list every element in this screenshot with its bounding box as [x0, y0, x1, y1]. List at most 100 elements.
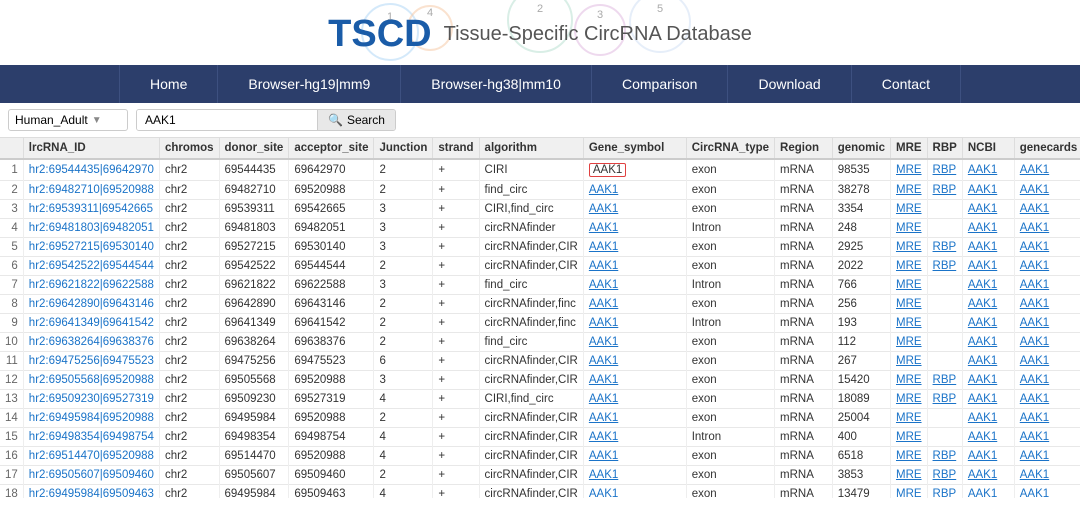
cell-mre[interactable]: MRE — [890, 257, 927, 276]
cell-ncbi[interactable]: AAK1 — [962, 257, 1014, 276]
cell-rbp[interactable]: RBP — [927, 447, 962, 466]
cell-genecards[interactable]: AAK1 — [1014, 276, 1080, 295]
cell-rbp[interactable]: RBP — [927, 371, 962, 390]
cell-circRNA-id[interactable]: hr2:69514470|69520988 — [23, 447, 159, 466]
cell-circRNA-id[interactable]: hr2:69481803|69482051 — [23, 219, 159, 238]
cell-genecards[interactable]: AAK1 — [1014, 428, 1080, 447]
cell-genecards[interactable]: AAK1 — [1014, 257, 1080, 276]
cell-genecards[interactable]: AAK1 — [1014, 159, 1080, 181]
cell-genecards[interactable]: AAK1 — [1014, 352, 1080, 371]
cell-gene-symbol[interactable]: AAK1 — [583, 295, 686, 314]
cell-mre[interactable]: MRE — [890, 352, 927, 371]
cell-genecards[interactable]: AAK1 — [1014, 485, 1080, 499]
cell-rbp[interactable]: RBP — [927, 466, 962, 485]
cell-gene-symbol[interactable]: AAK1 — [583, 314, 686, 333]
cell-genecards[interactable]: AAK1 — [1014, 181, 1080, 200]
nav-contact[interactable]: Contact — [852, 65, 961, 103]
cell-mre[interactable]: MRE — [890, 485, 927, 499]
cell-genecards[interactable]: AAK1 — [1014, 466, 1080, 485]
cell-mre[interactable]: MRE — [890, 333, 927, 352]
cell-mre[interactable]: MRE — [890, 428, 927, 447]
cell-mre[interactable]: MRE — [890, 466, 927, 485]
cell-genecards[interactable]: AAK1 — [1014, 409, 1080, 428]
search-button[interactable]: 🔍 Search — [317, 110, 395, 130]
cell-circRNA-id[interactable]: hr2:69498354|69498754 — [23, 428, 159, 447]
cell-gene-symbol[interactable]: AAK1 — [583, 352, 686, 371]
cell-rbp[interactable]: RBP — [927, 238, 962, 257]
cell-circRNA-id[interactable]: hr2:69539311|69542665 — [23, 200, 159, 219]
cell-ncbi[interactable]: AAK1 — [962, 295, 1014, 314]
cell-circRNA-id[interactable]: hr2:69641349|69641542 — [23, 314, 159, 333]
cell-gene-symbol[interactable]: AAK1 — [583, 485, 686, 499]
cell-mre[interactable]: MRE — [890, 200, 927, 219]
cell-gene-symbol[interactable]: AAK1 — [583, 409, 686, 428]
cell-circRNA-id[interactable]: hr2:69482710|69520988 — [23, 181, 159, 200]
cell-gene-symbol[interactable]: AAK1 — [583, 181, 686, 200]
cell-rbp[interactable]: RBP — [927, 485, 962, 499]
cell-ncbi[interactable]: AAK1 — [962, 447, 1014, 466]
cell-ncbi[interactable]: AAK1 — [962, 238, 1014, 257]
cell-circRNA-id[interactable]: hr2:69544435|69642970 — [23, 159, 159, 181]
cell-gene-symbol[interactable]: AAK1 — [583, 333, 686, 352]
cell-ncbi[interactable]: AAK1 — [962, 276, 1014, 295]
cell-circRNA-id[interactable]: hr2:69527215|69530140 — [23, 238, 159, 257]
cell-gene-symbol[interactable]: AAK1 — [583, 371, 686, 390]
cell-ncbi[interactable]: AAK1 — [962, 181, 1014, 200]
cell-circRNA-id[interactable]: hr2:69495984|69520988 — [23, 409, 159, 428]
cell-mre[interactable]: MRE — [890, 276, 927, 295]
cell-genecards[interactable]: AAK1 — [1014, 333, 1080, 352]
cell-circRNA-id[interactable]: hr2:69638264|69638376 — [23, 333, 159, 352]
cell-gene-symbol[interactable]: AAK1 — [583, 466, 686, 485]
cell-ncbi[interactable]: AAK1 — [962, 333, 1014, 352]
cell-mre[interactable]: MRE — [890, 159, 927, 181]
cell-ncbi[interactable]: AAK1 — [962, 314, 1014, 333]
cell-ncbi[interactable]: AAK1 — [962, 428, 1014, 447]
cell-genecards[interactable]: AAK1 — [1014, 314, 1080, 333]
cell-mre[interactable]: MRE — [890, 181, 927, 200]
cell-ncbi[interactable]: AAK1 — [962, 200, 1014, 219]
cell-mre[interactable]: MRE — [890, 295, 927, 314]
cell-mre[interactable]: MRE — [890, 314, 927, 333]
cell-circRNA-id[interactable]: hr2:69495984|69509463 — [23, 485, 159, 499]
cell-circRNA-id[interactable]: hr2:69542522|69544544 — [23, 257, 159, 276]
cell-gene-symbol[interactable]: AAK1 — [583, 276, 686, 295]
cell-genecards[interactable]: AAK1 — [1014, 371, 1080, 390]
cell-gene-symbol[interactable]: AAK1 — [583, 200, 686, 219]
cell-mre[interactable]: MRE — [890, 238, 927, 257]
cell-ncbi[interactable]: AAK1 — [962, 409, 1014, 428]
cell-ncbi[interactable]: AAK1 — [962, 466, 1014, 485]
cell-ncbi[interactable]: AAK1 — [962, 219, 1014, 238]
cell-genecards[interactable]: AAK1 — [1014, 238, 1080, 257]
cell-mre[interactable]: MRE — [890, 447, 927, 466]
cell-genecards[interactable]: AAK1 — [1014, 390, 1080, 409]
nav-home[interactable]: Home — [119, 65, 218, 103]
nav-browser-hg38[interactable]: Browser-hg38|mm10 — [401, 65, 592, 103]
cell-rbp[interactable]: RBP — [927, 257, 962, 276]
cell-genecards[interactable]: AAK1 — [1014, 295, 1080, 314]
search-input[interactable] — [137, 110, 317, 130]
nav-browser-hg19[interactable]: Browser-hg19|mm9 — [218, 65, 401, 103]
nav-download[interactable]: Download — [728, 65, 851, 103]
cell-genecards[interactable]: AAK1 — [1014, 219, 1080, 238]
cell-gene-symbol[interactable]: AAK1 — [583, 447, 686, 466]
cell-ncbi[interactable]: AAK1 — [962, 485, 1014, 499]
cell-gene-symbol[interactable]: AAK1 — [583, 219, 686, 238]
organism-dropdown[interactable]: Human_Adult ▼ — [8, 109, 128, 131]
cell-circRNA-id[interactable]: hr2:69505568|69520988 — [23, 371, 159, 390]
cell-rbp[interactable]: RBP — [927, 390, 962, 409]
cell-ncbi[interactable]: AAK1 — [962, 390, 1014, 409]
cell-gene-symbol[interactable]: AAK1 — [583, 390, 686, 409]
cell-genecards[interactable]: AAK1 — [1014, 200, 1080, 219]
cell-mre[interactable]: MRE — [890, 409, 927, 428]
cell-circRNA-id[interactable]: hr2:69509230|69527319 — [23, 390, 159, 409]
cell-gene-symbol[interactable]: AAK1 — [583, 159, 686, 181]
cell-ncbi[interactable]: AAK1 — [962, 159, 1014, 181]
nav-comparison[interactable]: Comparison — [592, 65, 728, 103]
cell-mre[interactable]: MRE — [890, 219, 927, 238]
cell-mre[interactable]: MRE — [890, 371, 927, 390]
cell-ncbi[interactable]: AAK1 — [962, 371, 1014, 390]
cell-genecards[interactable]: AAK1 — [1014, 447, 1080, 466]
cell-gene-symbol[interactable]: AAK1 — [583, 257, 686, 276]
cell-circRNA-id[interactable]: hr2:69621822|69622588 — [23, 276, 159, 295]
cell-circRNA-id[interactable]: hr2:69505607|69509460 — [23, 466, 159, 485]
